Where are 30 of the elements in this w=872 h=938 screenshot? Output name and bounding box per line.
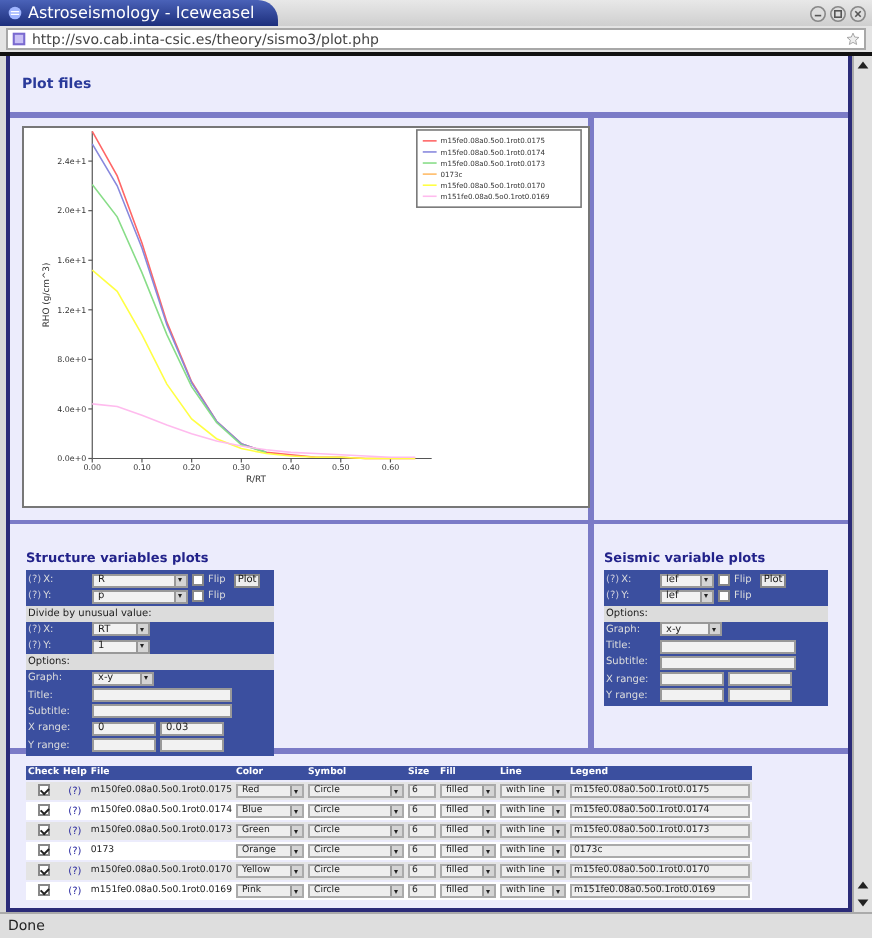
checkbox[interactable]	[37, 803, 50, 815]
checkbox[interactable]	[718, 590, 730, 603]
minimize-icon[interactable]	[810, 5, 826, 21]
scrollbar[interactable]	[852, 56, 872, 912]
text-field[interactable]	[92, 688, 232, 703]
text-field[interactable]	[92, 738, 156, 753]
checkbox[interactable]	[37, 783, 50, 795]
page-icon	[12, 32, 26, 46]
checkbox[interactable]	[192, 574, 204, 587]
checkbox[interactable]	[37, 883, 50, 895]
text-field[interactable]	[660, 655, 796, 670]
text-field[interactable]	[660, 672, 724, 687]
text-field[interactable]	[92, 704, 232, 719]
checkbox[interactable]	[37, 863, 50, 875]
checkbox[interactable]	[192, 590, 204, 603]
text-field[interactable]	[160, 738, 224, 753]
star-icon[interactable]	[846, 32, 860, 46]
checkbox[interactable]	[718, 574, 730, 587]
text-field[interactable]	[728, 688, 792, 703]
text-field[interactable]	[728, 672, 792, 687]
maximize-icon[interactable]	[830, 5, 846, 21]
scroll-up-icon[interactable]	[854, 56, 872, 74]
text-field[interactable]	[660, 639, 796, 654]
window-title: Astroseismology - Iceweasel	[28, 4, 255, 22]
checkbox[interactable]	[37, 843, 50, 855]
close-icon[interactable]	[850, 5, 866, 21]
globe-icon	[8, 6, 22, 20]
scroll-up-icon[interactable]	[854, 876, 872, 894]
text-field[interactable]	[660, 688, 724, 703]
checkbox[interactable]	[37, 823, 50, 835]
